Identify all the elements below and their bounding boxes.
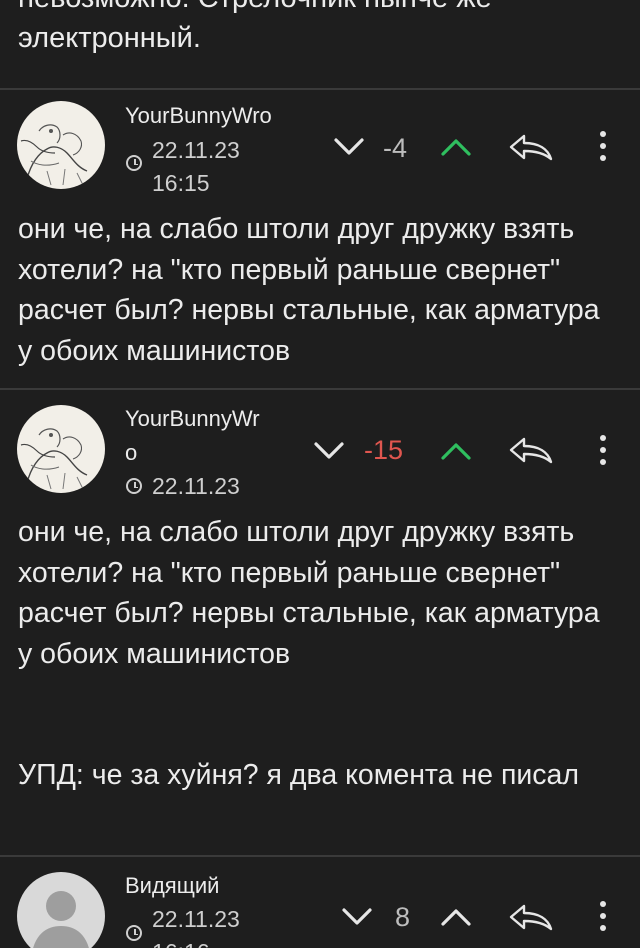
avatar[interactable] xyxy=(17,101,105,189)
upvote-chevron-icon[interactable] xyxy=(440,440,472,462)
reply-arrow-icon[interactable] xyxy=(508,132,554,162)
downvote-chevron-icon[interactable] xyxy=(333,136,365,158)
downvote-chevron-icon[interactable] xyxy=(341,906,373,928)
comment-author[interactable]: YourBunnyWro xyxy=(125,103,272,129)
more-options-icon[interactable] xyxy=(598,130,608,162)
comment-date: 22.11.23 xyxy=(152,137,240,163)
comment-time: 16:15 xyxy=(152,170,210,196)
clock-icon xyxy=(126,925,142,941)
comment-date: 22.11.23 xyxy=(152,473,240,499)
avatar[interactable] xyxy=(17,405,105,493)
upvote-chevron-icon[interactable] xyxy=(440,906,472,928)
reply-arrow-icon[interactable] xyxy=(508,902,554,932)
default-user-avatar-icon xyxy=(33,891,89,948)
more-options-icon[interactable] xyxy=(598,900,608,932)
comment-divider xyxy=(0,388,640,390)
more-options-icon[interactable] xyxy=(598,434,608,466)
comment-body: они че, на слабо штоли друг дружку взять… xyxy=(18,213,600,367)
comment-divider xyxy=(0,88,640,90)
clock-icon xyxy=(126,155,142,171)
comment-body: они че, на слабо штоли друг дружку взять… xyxy=(18,516,600,791)
comment-author-wrap[interactable]: o xyxy=(125,440,137,466)
comment-author[interactable]: YourBunnyWr xyxy=(125,406,260,432)
vote-score: 8 xyxy=(395,902,411,932)
clock-icon xyxy=(126,478,142,494)
comment-divider xyxy=(0,855,640,857)
comment-date: 22.11.23 xyxy=(152,906,240,932)
sketch-avatar-image xyxy=(20,428,88,490)
vote-score: -4 xyxy=(383,133,408,163)
upvote-chevron-icon[interactable] xyxy=(440,136,472,158)
reply-arrow-icon[interactable] xyxy=(508,435,554,465)
comment-time: 16:16 xyxy=(152,937,210,948)
comment-author[interactable]: Видящий xyxy=(125,873,219,899)
sketch-avatar-image xyxy=(20,124,88,186)
avatar[interactable] xyxy=(17,872,105,948)
previous-comment-text: невозможно. Стрелочник нынче же электрон… xyxy=(18,0,492,54)
vote-score: -15 xyxy=(364,435,404,465)
downvote-chevron-icon[interactable] xyxy=(313,440,345,462)
